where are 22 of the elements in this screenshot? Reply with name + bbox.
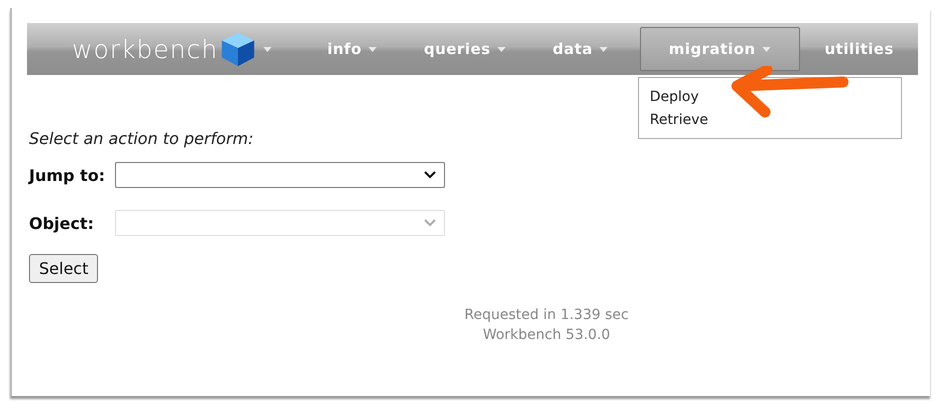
field-label: Object: [29,214,95,232]
menu-item[interactable]: Deploy [638,86,901,109]
nav-menu-item[interactable]: info [312,27,392,71]
caret-icon [762,46,771,52]
logo-link[interactable]: workbench [72,30,272,68]
nav-menu-item[interactable]: data [538,27,623,71]
prompt-text: Select an action to perform: [29,129,255,148]
chevron-down-icon [424,171,436,179]
caret-icon [368,46,377,52]
footer-text: Workbench 53.0.0 [482,326,610,345]
menu-item[interactable]: Retrieve [638,109,901,132]
nav-menu-item[interactable]: migration [640,27,800,71]
caret-icon [496,46,506,52]
nav-menu-item[interactable]: utilities [810,27,909,71]
caret-icon [263,46,272,52]
chevron-down-icon [424,219,436,227]
field-label: Jump to: [29,166,106,184]
footer-text: Requested in 1.339 sec [464,306,629,325]
select-button[interactable]: Select [29,254,98,283]
nav-menu-item[interactable]: queries [408,27,521,71]
select-field[interactable] [115,162,445,188]
caret-icon [598,46,608,52]
